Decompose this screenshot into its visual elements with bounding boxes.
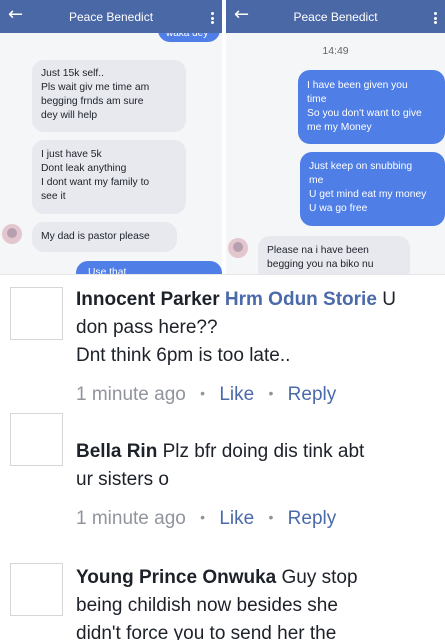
incoming-message: I just have 5k Dont leak anything I dont… bbox=[32, 140, 186, 214]
comment-text: U bbox=[382, 289, 396, 310]
right-chat-screenshot: ← Peace Benedict 14:49 I have been given… bbox=[226, 0, 445, 274]
comment-text: didn't force you to send her the bbox=[76, 623, 337, 640]
more-vertical-icon[interactable] bbox=[210, 12, 214, 24]
incoming-message: Just 15k self.. Pls wait giv me time am … bbox=[32, 60, 186, 132]
incoming-message: My dad is pastor please bbox=[32, 222, 177, 252]
outgoing-message: Just keep on snubbing me U get mind eat … bbox=[300, 152, 445, 226]
comment-text: being childish now besides she bbox=[76, 595, 338, 616]
commenter-avatar[interactable] bbox=[10, 413, 63, 466]
reply-button[interactable]: Reply bbox=[288, 508, 337, 529]
comment-text: ur sisters o bbox=[76, 469, 169, 490]
contact-avatar[interactable] bbox=[2, 224, 22, 244]
contact-name: Peace Benedict bbox=[68, 10, 154, 24]
reply-button[interactable]: Reply bbox=[288, 384, 337, 405]
comment-text: don pass here?? bbox=[76, 317, 218, 338]
chat-header: ← Peace Benedict bbox=[0, 0, 222, 33]
more-vertical-icon[interactable] bbox=[433, 12, 437, 24]
comment-author[interactable]: Young Prince Onwuka bbox=[76, 567, 276, 588]
comment-text: Dnt think 6pm is too late.. bbox=[76, 345, 291, 366]
separator-dot: • bbox=[268, 509, 274, 525]
comment-meta: 1 minute ago • Like • Reply bbox=[76, 507, 336, 531]
screenshot-root: { "left_chat": { "contact_name": "Peace … bbox=[0, 0, 445, 640]
separator-dot: • bbox=[200, 509, 206, 525]
comment-meta: 1 minute ago • Like • Reply bbox=[76, 383, 336, 407]
comment-time: 1 minute ago bbox=[76, 508, 186, 529]
message-timestamp: 14:49 bbox=[322, 45, 349, 57]
comment-text: Plz bfr doing dis tink abt bbox=[162, 441, 365, 462]
contact-name: Peace Benedict bbox=[293, 10, 378, 24]
commenter-avatar[interactable] bbox=[10, 287, 63, 340]
separator-dot: • bbox=[268, 385, 274, 401]
comments-section: Innocent Parker Hrm Odun Storie U don pa… bbox=[0, 274, 445, 640]
comment-body: Bella Rin Plz bfr doing dis tink abt ur … bbox=[76, 438, 406, 494]
incoming-message-cut: Please na i have been begging you na bik… bbox=[258, 236, 410, 274]
commenter-avatar[interactable] bbox=[10, 563, 63, 616]
comment-body: Young Prince Onwuka Guy stop being child… bbox=[76, 564, 406, 640]
like-button[interactable]: Like bbox=[219, 384, 254, 405]
outgoing-bubble-cut: Use that ... bbox=[76, 261, 222, 274]
comment-mention[interactable]: Hrm Odun Storie bbox=[225, 289, 377, 310]
comment-time: 1 minute ago bbox=[76, 384, 186, 405]
contact-avatar[interactable] bbox=[228, 238, 248, 258]
chat-header: ← Peace Benedict bbox=[226, 0, 445, 33]
comment-author[interactable]: Innocent Parker bbox=[76, 289, 220, 310]
comment-text: Guy stop bbox=[281, 567, 358, 588]
comment-author[interactable]: Bella Rin bbox=[76, 441, 157, 462]
left-chat-screenshot: waka dey ← Peace Benedict Just 15k self.… bbox=[0, 0, 222, 274]
comment-body: Innocent Parker Hrm Odun Storie U don pa… bbox=[76, 286, 406, 370]
like-button[interactable]: Like bbox=[219, 508, 254, 529]
outgoing-message: I have been given you time So you don't … bbox=[298, 70, 445, 144]
separator-dot: • bbox=[200, 385, 206, 401]
